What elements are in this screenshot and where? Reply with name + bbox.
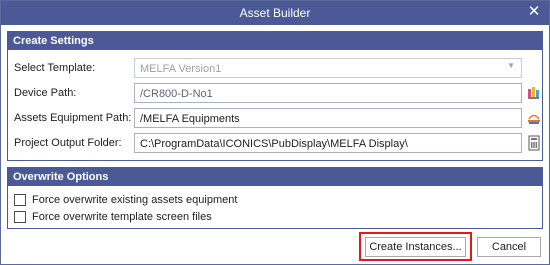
folder-browse-icon[interactable] [527,135,541,151]
close-icon[interactable]: ✕ [525,3,543,21]
project-output-folder-label: Project Output Folder: [14,137,122,149]
cancel-button[interactable]: Cancel [477,237,541,257]
device-tag-icon[interactable] [527,85,541,101]
dialog-title: Asset Builder [239,6,311,20]
project-output-folder-input[interactable]: C:\ProgramData\ICONICS\PubDisplay\MELFA … [134,133,522,153]
force-screens-checkbox[interactable] [14,211,26,223]
select-template-row: Select Template: MELFA Version1 ▼ [8,58,542,78]
assets-equipment-path-value: /MELFA Equipments [140,113,240,125]
project-output-folder-value: C:\ProgramData\ICONICS\PubDisplay\MELFA … [140,138,408,150]
device-path-input[interactable]: /CR800-D-No1 [134,83,522,103]
asset-builder-dialog: Asset Builder ✕ Create Settings Select T… [0,0,550,265]
project-output-folder-row: Project Output Folder: C:\ProgramData\IC… [8,133,542,153]
overwrite-options-group: Overwrite Options Force overwrite existi… [7,167,543,229]
assets-equipment-path-label: Assets Equipment Path: [14,112,132,124]
select-template-label: Select Template: [14,62,96,74]
select-template-dropdown[interactable]: MELFA Version1 ▼ [134,58,522,78]
create-instances-button[interactable]: Create Instances... [365,237,466,257]
device-path-row: Device Path: /CR800-D-No1 [8,83,542,103]
create-settings-group: Create Settings Select Template: MELFA V… [7,31,543,161]
device-path-label: Device Path: [14,87,77,99]
assets-equipment-path-row: Assets Equipment Path: /MELFA Equipments [8,108,542,128]
asset-tree-icon[interactable] [527,110,541,126]
device-path-value: /CR800-D-No1 [140,88,213,100]
title-bar: Asset Builder ✕ [1,1,549,25]
force-assets-checkbox[interactable] [14,194,26,206]
force-assets-label: Force overwrite existing assets equipmen… [32,194,238,206]
assets-equipment-path-input[interactable]: /MELFA Equipments [134,108,522,128]
dropdown-arrow-icon: ▼ [507,61,515,70]
select-template-value: MELFA Version1 [140,63,222,75]
force-screens-label: Force overwrite template screen files [32,211,212,223]
create-settings-header: Create Settings [8,32,542,50]
overwrite-options-header: Overwrite Options [8,168,542,186]
